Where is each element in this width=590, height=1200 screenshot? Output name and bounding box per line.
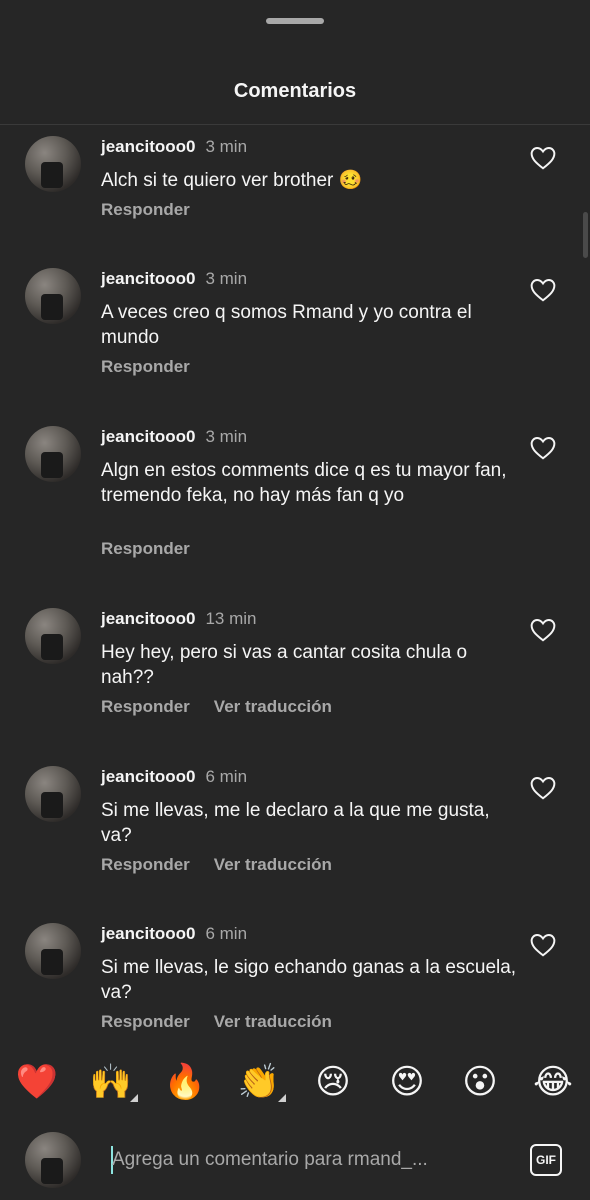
heart-icon[interactable]: [530, 436, 556, 460]
reply-button[interactable]: Responder: [101, 357, 190, 376]
avatar[interactable]: [25, 268, 81, 324]
avatar[interactable]: [25, 426, 81, 482]
quick-emoji-bar: ❤️ 🙌 🔥 👏 😢 😍 😮 😂: [0, 1058, 590, 1108]
heart-icon[interactable]: [530, 618, 556, 642]
avatar[interactable]: [25, 923, 81, 979]
emoji-skin-tone-caret-icon[interactable]: [278, 1094, 286, 1102]
raising-hands-emoji-button[interactable]: 🙌: [87, 1058, 135, 1106]
comment-username[interactable]: jeancitooo0: [101, 269, 195, 288]
comment-time: 6 min: [205, 924, 248, 943]
reply-button[interactable]: Responder: [101, 539, 190, 558]
heart-eyes-emoji-button[interactable]: 😍: [383, 1058, 431, 1106]
comment-input[interactable]: [112, 1149, 512, 1171]
header-divider: [0, 124, 590, 125]
comment-text: Si me llevas, me le declaro a la que me …: [101, 800, 490, 846]
avatar[interactable]: [25, 766, 81, 822]
comment-username[interactable]: jeancitooo0: [101, 137, 195, 156]
page-title: Comentarios: [233, 80, 357, 102]
comment-time: 3 min: [205, 137, 248, 156]
scrollbar[interactable]: [583, 212, 588, 258]
reply-button[interactable]: Responder: [101, 855, 190, 874]
reply-button[interactable]: Responder: [101, 1012, 190, 1031]
translate-button[interactable]: Ver traducción: [214, 697, 332, 716]
comment-username[interactable]: jeancitooo0: [101, 924, 195, 943]
heart-icon[interactable]: [530, 933, 556, 957]
reply-button[interactable]: Responder: [101, 697, 190, 716]
translate-button[interactable]: Ver traducción: [214, 855, 332, 874]
gif-button[interactable]: GIF: [530, 1144, 562, 1176]
heart-emoji-button[interactable]: ❤️: [13, 1058, 61, 1106]
comment-username[interactable]: jeancitooo0: [101, 427, 195, 446]
comment-text: Si me llevas, le sigo echando ganas a la…: [101, 957, 517, 1003]
comment-text: A veces creo q somos Rmand y yo contra e…: [101, 302, 472, 348]
heart-icon[interactable]: [530, 776, 556, 800]
tears-of-joy-emoji-button[interactable]: 😂: [529, 1058, 577, 1106]
reply-button[interactable]: Responder: [101, 200, 190, 219]
comment-time: 6 min: [205, 767, 248, 786]
comment-time: 13 min: [205, 609, 257, 628]
comment-text: Algn en estos comments dice q es tu mayo…: [101, 460, 507, 506]
avatar: [25, 1132, 81, 1188]
comment-time: 3 min: [205, 427, 248, 446]
heart-icon[interactable]: [530, 278, 556, 302]
avatar[interactable]: [25, 136, 81, 192]
heart-icon[interactable]: [530, 146, 556, 170]
emoji-skin-tone-caret-icon[interactable]: [130, 1094, 138, 1102]
comment-text: Alch si te quiero ver brother 🥴: [101, 170, 363, 191]
crying-face-emoji-button[interactable]: 😢: [309, 1058, 357, 1106]
clapping-hands-emoji-button[interactable]: 👏: [235, 1058, 283, 1106]
comment-time: 3 min: [205, 269, 248, 288]
comment-composer: GIF: [0, 1124, 590, 1200]
surprised-face-emoji-button[interactable]: 😮: [456, 1058, 504, 1106]
fire-emoji-button[interactable]: 🔥: [161, 1058, 209, 1106]
comment-username[interactable]: jeancitooo0: [101, 609, 195, 628]
translate-button[interactable]: Ver traducción: [214, 1012, 332, 1031]
comment-text: Hey hey, pero si vas a cantar cosita chu…: [101, 642, 468, 688]
comment-username[interactable]: jeancitooo0: [101, 767, 195, 786]
drag-handle[interactable]: [266, 18, 324, 24]
avatar[interactable]: [25, 608, 81, 664]
